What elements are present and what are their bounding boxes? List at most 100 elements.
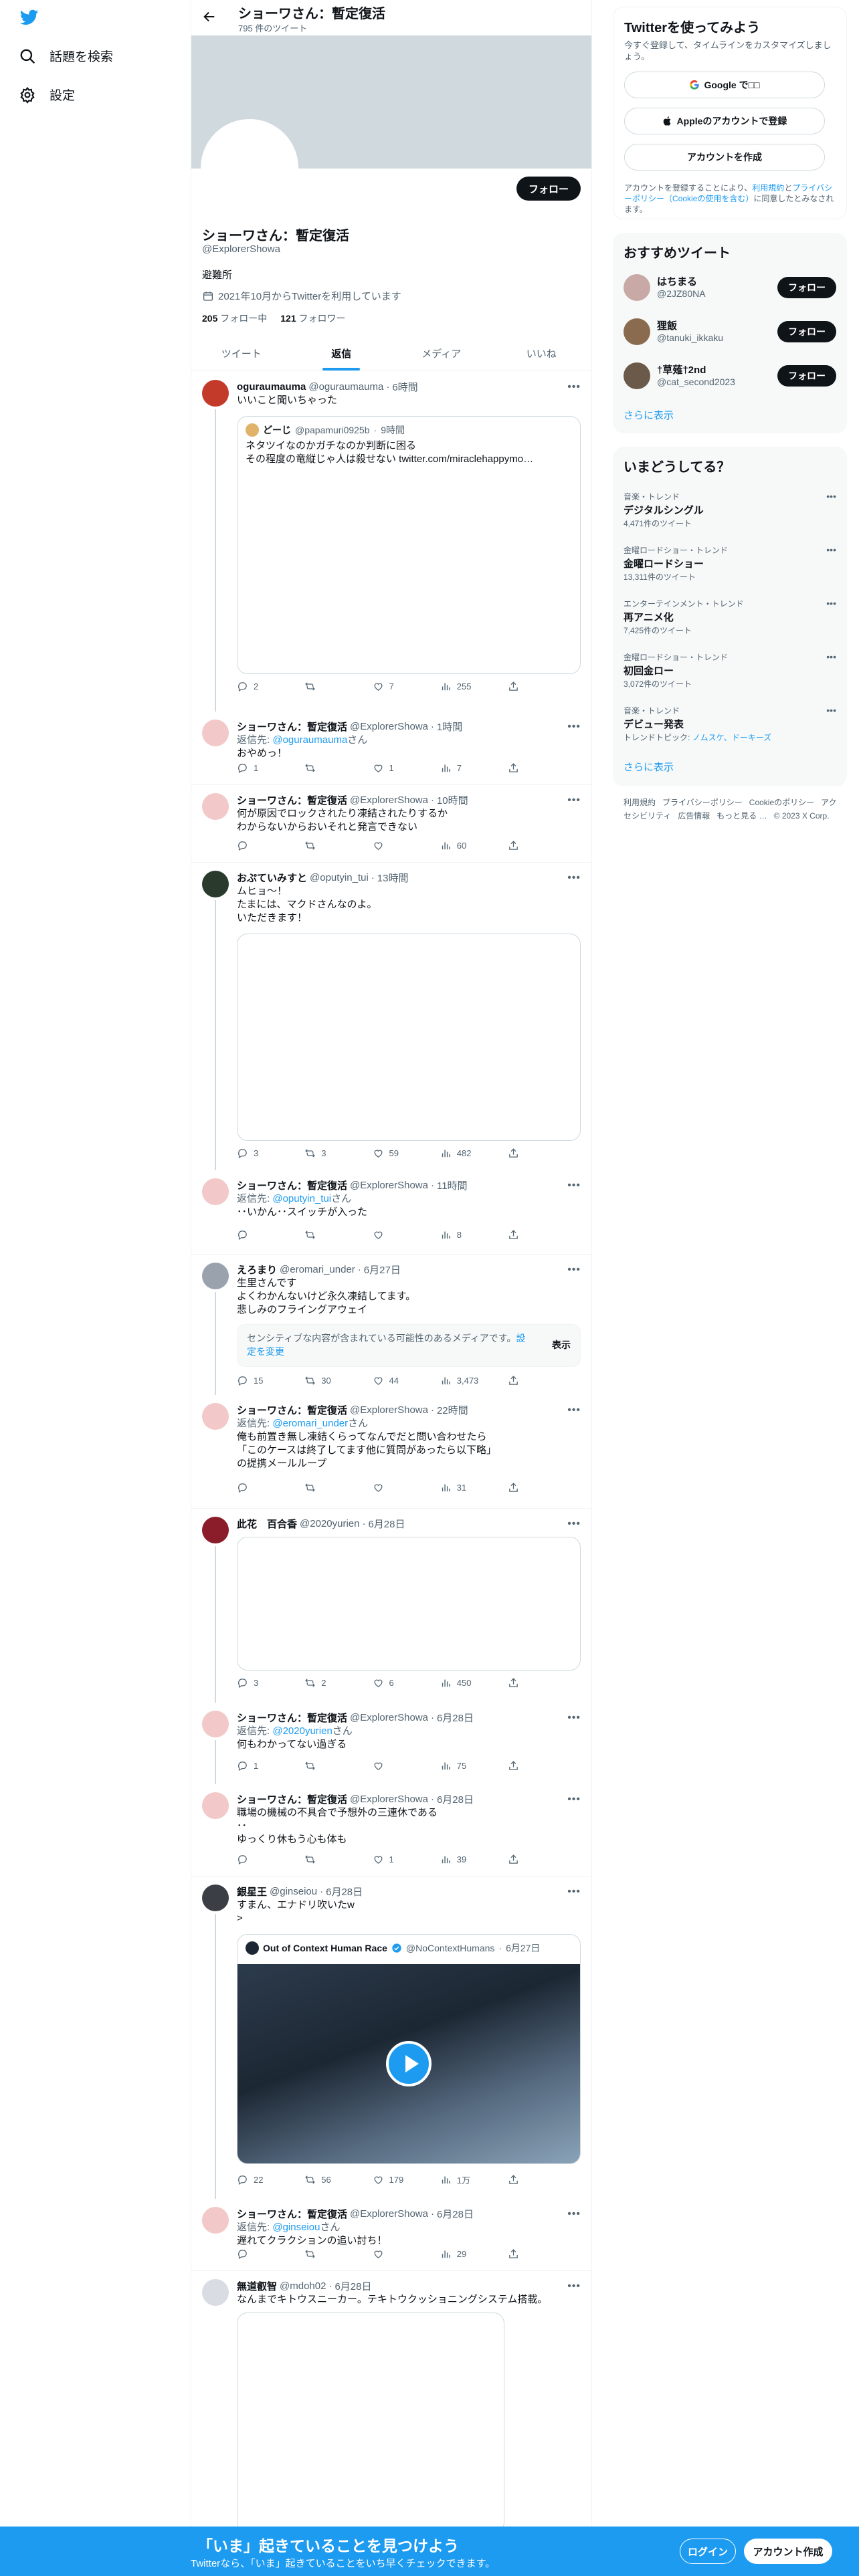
tweet-author-handle[interactable]: @oputyin_tui [310,872,369,883]
reply-button[interactable]: 2 [237,681,277,692]
nav-explore[interactable]: 話題を検索 [19,47,113,65]
tweet[interactable]: 銀星王 @ginseiou · 6月28日 すまん、エナドリ吹いたw > ••• Ou… [191,1876,591,2199]
like-button[interactable]: 1 [373,762,413,774]
tweet[interactable]: えろまり @eromari_under · 6月27日 生里さんです よくわかんないけ… [191,1255,591,1395]
views-button[interactable]: 8 [440,1229,480,1241]
trend-item[interactable]: 金曜ロードショー・トレンド 初回金ロー 3,072件のツイート ••• [613,643,847,697]
play-icon[interactable] [386,2041,432,2086]
tweet-author-name[interactable]: 此花 百合香 [237,1517,297,1531]
retweet-button[interactable] [304,1854,345,1865]
reply-to-handle[interactable]: @ginseiou [272,2222,320,2233]
profile-avatar[interactable] [201,119,298,217]
retweet-button[interactable]: 30 [304,1375,345,1386]
reply-button[interactable]: 1 [237,762,277,774]
reply-button[interactable]: 3 [237,1677,277,1689]
tweet-author-handle[interactable]: @ExplorerShowa [350,1404,428,1416]
tweet[interactable]: おぷていみすと @oputyin_tui · 13時間 ムヒョ～！ たまには、マクドさ… [191,863,591,1170]
video-thumbnail[interactable] [237,1964,580,2163]
tweet[interactable]: ショーワさん：暫定復活 @ExplorerShowa · 6月28日 返信先: @gi… [191,2199,591,2271]
signup-button[interactable]: アカウント作成 [744,2539,832,2564]
tweet[interactable]: oguraumauma @oguraumauma · 6時間 いいこと聞いちゃった •… [191,372,591,712]
tweet[interactable]: ショーワさん：暫定復活 @ExplorerShowa · 10時間 何が原因でロックさ… [191,785,591,863]
share-button[interactable] [508,762,521,774]
like-button[interactable] [373,1760,413,1772]
avatar[interactable] [624,362,650,389]
share-button[interactable] [508,1760,521,1772]
share-button[interactable] [508,681,521,692]
share-button[interactable] [508,2173,521,2186]
avatar[interactable] [202,793,229,820]
more-icon[interactable]: ••• [826,491,836,502]
trend-item[interactable]: 音楽・トレンド デジタルシングル 4,471件のツイート ••• [613,483,847,536]
like-button[interactable] [373,840,413,851]
reply-button[interactable]: 15 [237,1375,277,1386]
like-button[interactable]: 7 [373,681,413,692]
retweet-button[interactable]: 2 [304,1677,345,1689]
show-media-button[interactable]: 表示 [552,1338,571,1352]
footer-link[interactable]: プライバシーポリシー [662,798,743,807]
avatar[interactable] [624,274,650,301]
tweet-author-handle[interactable]: @eromari_under [280,1264,355,1275]
share-button[interactable] [508,1229,521,1241]
back-arrow-icon[interactable] [202,9,217,24]
share-button[interactable] [508,840,521,851]
apple-signup-button[interactable]: Appleのアカウントで登録 [624,108,825,134]
more-icon[interactable]: ••• [567,1794,581,1806]
retweet-button[interactable] [304,1482,345,1493]
more-icon[interactable]: ••• [567,794,581,807]
reply-button[interactable] [237,1854,277,1865]
views-button[interactable]: 255 [440,681,480,692]
tweet-author-handle[interactable]: @ExplorerShowa [350,1794,428,1805]
retweet-button[interactable] [304,1760,345,1772]
more-icon[interactable]: ••• [567,381,581,393]
tweet-author-handle[interactable]: @2020yurien [300,1518,359,1529]
tweet-author-name[interactable]: 無道叡智 [237,2279,277,2293]
reply-button[interactable] [237,840,277,851]
avatar[interactable] [202,2207,229,2234]
tab-tweets[interactable]: ツイート [191,336,292,370]
recommended-user[interactable]: はちまる @2JZ80NA フォロー [613,266,847,310]
like-button[interactable] [373,2248,413,2260]
like-button[interactable]: 1 [373,1854,413,1865]
tweet-time[interactable]: 6月27日 [364,1263,401,1277]
reply-button[interactable]: 22 [237,2173,277,2186]
views-button[interactable]: 3,473 [440,1375,480,1386]
avatar[interactable] [202,2279,229,2306]
tweet-time[interactable]: 13時間 [377,871,409,885]
more-icon[interactable]: ••• [567,1712,581,1724]
retweet-button[interactable] [304,681,345,692]
views-button[interactable]: 29 [440,2248,480,2260]
more-icon[interactable]: ••• [567,2208,581,2220]
tweet-time[interactable]: 11時間 [437,1178,468,1192]
terms-link[interactable]: 利用規約 [752,183,784,193]
views-button[interactable]: 31 [440,1482,480,1493]
avatar[interactable] [202,1263,229,1289]
follow-button[interactable]: フォロー [777,321,836,342]
more-icon[interactable]: ••• [567,2280,581,2292]
views-button[interactable]: 7 [440,762,480,774]
tweet-author-handle[interactable]: @ExplorerShowa [350,1180,428,1191]
tweet-media[interactable] [237,934,581,1141]
tweet-author-handle[interactable]: @ExplorerShowa [350,794,428,806]
avatar[interactable] [202,1517,229,1543]
avatar[interactable] [202,720,229,746]
tweet[interactable]: ショーワさん：暫定復活 @ExplorerShowa · 1時間 返信先: @ogur… [191,712,591,785]
tweet-time[interactable]: 6時間 [392,380,417,394]
login-button[interactable]: ログイン [680,2539,736,2564]
tweet-time[interactable]: 6月28日 [437,1711,474,1725]
more-icon[interactable]: ••• [567,721,581,733]
footer-link[interactable]: 広告情報 [678,811,710,821]
trend-item[interactable]: 音楽・トレンド デビュー発表 トレンドトピック: ノムスケ、ドーキーズ ••• [613,697,847,750]
more-icon[interactable]: ••• [567,1518,581,1530]
avatar[interactable] [202,1711,229,1737]
tweet-time[interactable]: 1時間 [437,720,462,734]
tweet-author-handle[interactable]: @ExplorerShowa [350,721,428,732]
tweet-time[interactable]: 10時間 [437,793,468,807]
follow-button[interactable]: フォロー [516,177,581,201]
like-button[interactable] [373,1229,413,1241]
more-icon[interactable]: ••• [826,544,836,555]
more-icon[interactable]: ••• [567,872,581,884]
views-button[interactable]: 1万 [440,2173,480,2186]
tweet-time[interactable]: 22時間 [437,1403,468,1417]
like-button[interactable]: 6 [373,1677,413,1689]
